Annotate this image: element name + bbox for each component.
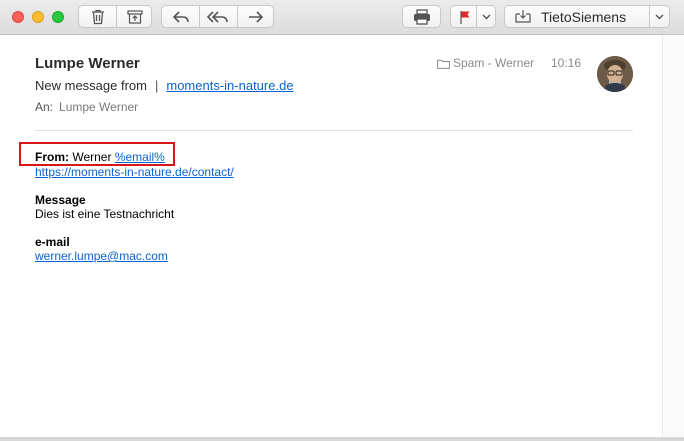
message-text: Dies ist eine Testnachricht (35, 207, 175, 221)
forward-icon (249, 11, 264, 23)
toolbar-separator (476, 5, 477, 28)
flag-icon (460, 11, 470, 24)
email-label: e-mail (35, 235, 70, 249)
scrollbar[interactable] (662, 35, 684, 441)
delete-archive-group (78, 5, 152, 28)
folder-name: Spam - Werner (453, 56, 535, 70)
recipient-name[interactable]: Lumpe Werner (59, 100, 138, 114)
chevron-down-icon (655, 14, 664, 20)
folder-icon (437, 59, 450, 69)
trash-icon (92, 9, 104, 25)
toolbar-separator (649, 5, 650, 28)
to-label: An: (35, 100, 54, 114)
message-time: 10:16 (551, 56, 582, 70)
subject-link[interactable]: moments-in-nature.de (166, 78, 293, 93)
minimize-window-button[interactable] (32, 11, 44, 23)
toolbar: TietoSiemens (0, 0, 684, 35)
print-button[interactable] (402, 5, 441, 28)
subject-separator: | (154, 78, 159, 93)
print-icon (414, 9, 430, 25)
annotation-highlight-box (19, 142, 175, 166)
reply-all-button[interactable] (200, 6, 237, 27)
zoom-window-button[interactable] (52, 11, 64, 23)
message-body: From: Werner %email% https://moments-in-… (35, 150, 234, 263)
reply-button[interactable] (162, 6, 199, 27)
forward-button[interactable] (238, 6, 274, 27)
reply-icon (172, 11, 189, 23)
recipient-line: An: Lumpe Werner (35, 100, 138, 114)
move-icon (515, 10, 531, 23)
archive-button[interactable] (117, 6, 153, 27)
delete-button[interactable] (79, 6, 116, 27)
subject-text: New message from (35, 78, 147, 93)
sender-name: Lumpe Werner (35, 55, 140, 72)
flag-button[interactable] (450, 5, 496, 28)
message-label: Message (35, 193, 86, 207)
email-value-link[interactable]: werner.lumpe@mac.com (35, 249, 168, 263)
chevron-down-icon[interactable] (482, 14, 491, 20)
close-window-button[interactable] (12, 11, 24, 23)
mailbox-name: TietoSiemens (541, 9, 627, 25)
subject-line: New message from | moments-in-nature.de (35, 78, 294, 93)
header-divider (35, 130, 633, 131)
email-value-line: werner.lumpe@mac.com (35, 249, 234, 263)
mail-window: TietoSiemens Lumpe Werner New message fr… (0, 0, 684, 441)
source-url-link[interactable]: https://moments-in-nature.de/contact/ (35, 165, 234, 179)
avatar (597, 56, 633, 92)
mailbox-location[interactable]: Spam - Werner (437, 56, 534, 70)
archive-icon (127, 10, 143, 24)
window-bottom-edge (0, 437, 684, 441)
reply-all-icon (206, 11, 228, 23)
avatar-photo (597, 56, 633, 92)
reply-group (161, 5, 274, 28)
source-url-line: https://moments-in-nature.de/contact/ (35, 165, 234, 179)
